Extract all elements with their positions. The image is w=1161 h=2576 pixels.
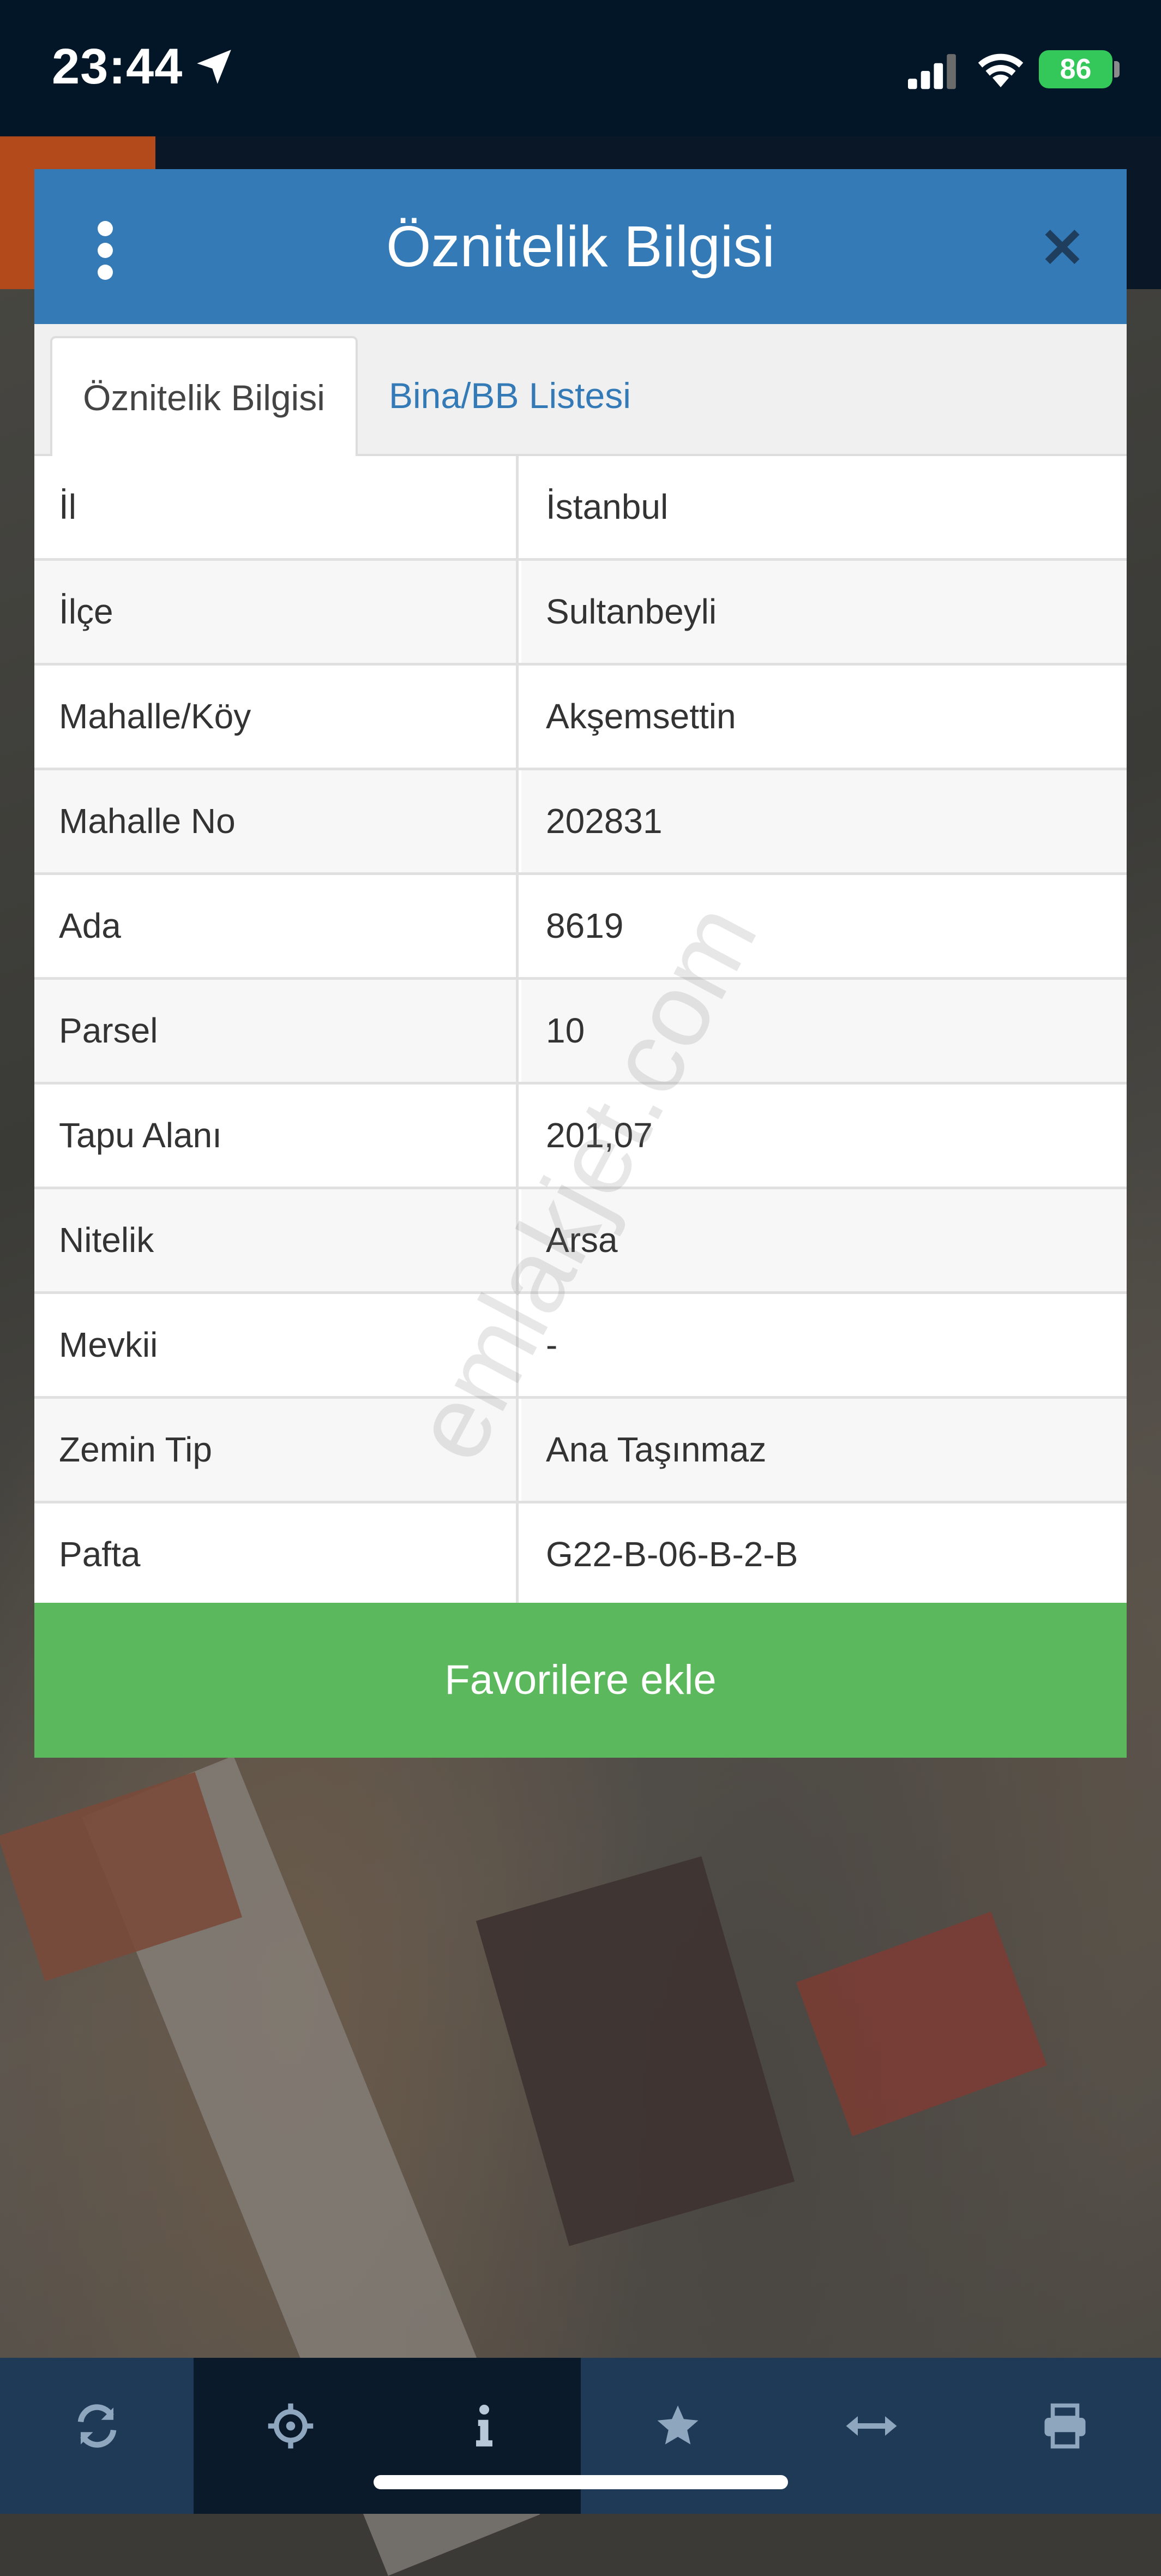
location-arrow-icon (197, 50, 231, 84)
attribute-value: Akşemsettin (521, 666, 1127, 768)
attribute-value: G22-B-06-B-2-B (521, 1503, 1127, 1605)
crosshair-icon (268, 2403, 313, 2449)
modal-title: Öznitelik Bilgisi (386, 214, 775, 279)
tab-attribute-info[interactable]: Öznitelik Bilgisi (50, 336, 358, 459)
bottom-toolbar (0, 2358, 1161, 2514)
attribute-value: İstanbul (521, 456, 1127, 558)
info-icon (476, 2405, 492, 2447)
locate-button[interactable] (194, 2358, 387, 2514)
table-row: Tapu Alanı 201,07 (34, 1085, 1127, 1189)
table-row: Ada 8619 (34, 875, 1127, 980)
more-options-icon[interactable] (94, 221, 116, 281)
refresh-icon (77, 2404, 116, 2448)
star-icon (657, 2405, 698, 2445)
attribute-value: Sultanbeyli (521, 561, 1127, 663)
measure-icon (846, 2416, 897, 2436)
home-indicator (374, 2475, 788, 2489)
close-icon[interactable]: ✕ (1038, 221, 1087, 275)
attribute-key: Parsel (34, 980, 519, 1082)
table-row: İl İstanbul (34, 456, 1127, 561)
wifi-icon (978, 53, 1024, 87)
info-button[interactable] (387, 2358, 581, 2514)
attribute-key: İlçe (34, 561, 519, 663)
table-row: Mahalle No 202831 (34, 770, 1127, 875)
attribute-key: Mahalle/Köy (34, 666, 519, 768)
attribute-value: Ana Taşınmaz (521, 1399, 1127, 1501)
battery-level: 86 (1039, 50, 1112, 88)
attribute-table: İl İstanbul İlçe Sultanbeyli Mahalle/Köy Akşe… (34, 456, 1127, 1608)
attribute-key: Zemin Tip (34, 1399, 519, 1501)
print-button[interactable] (968, 2358, 1161, 2514)
attribute-info-modal: Öznitelik Bilgisi ✕ Öznitelik Bilgisi Bi… (34, 169, 1127, 1758)
attribute-key: Ada (34, 875, 519, 977)
add-to-favorites-button[interactable]: Favorilere ekle (34, 1603, 1127, 1758)
attribute-key: İl (34, 456, 519, 558)
cellular-signal-icon (908, 54, 956, 89)
attribute-key: Nitelik (34, 1189, 519, 1291)
attribute-key: Mahalle No (34, 770, 519, 872)
attribute-value: Arsa (521, 1189, 1127, 1291)
table-row: Mevkii - (34, 1294, 1127, 1399)
attribute-key: Pafta (34, 1503, 519, 1605)
table-row: Parsel 10 (34, 980, 1127, 1085)
measure-button[interactable] (774, 2358, 968, 2514)
refresh-button[interactable] (0, 2358, 194, 2514)
status-bar: 23:44 86 (0, 0, 1161, 136)
attribute-value: 202831 (521, 770, 1127, 872)
modal-header: Öznitelik Bilgisi ✕ (34, 169, 1127, 324)
attribute-key: Tapu Alanı (34, 1085, 519, 1187)
status-time: 23:44 (52, 39, 183, 94)
attribute-value: 10 (521, 980, 1127, 1082)
attribute-value: - (521, 1294, 1127, 1396)
attribute-key: Mevkii (34, 1294, 519, 1396)
table-row: Nitelik Arsa (34, 1189, 1127, 1294)
battery-icon (1114, 61, 1120, 77)
favorites-button[interactable] (581, 2358, 774, 2514)
tab-building-list[interactable]: Bina/BB Listesi (389, 336, 631, 455)
table-row: Zemin Tip Ana Taşınmaz (34, 1399, 1127, 1503)
print-icon (1044, 2403, 1085, 2449)
table-row: Pafta G22-B-06-B-2-B (34, 1503, 1127, 1608)
attribute-value: 8619 (521, 875, 1127, 977)
attribute-value: 201,07 (521, 1085, 1127, 1187)
table-row: Mahalle/Köy Akşemsettin (34, 666, 1127, 770)
table-row: İlçe Sultanbeyli (34, 561, 1127, 666)
